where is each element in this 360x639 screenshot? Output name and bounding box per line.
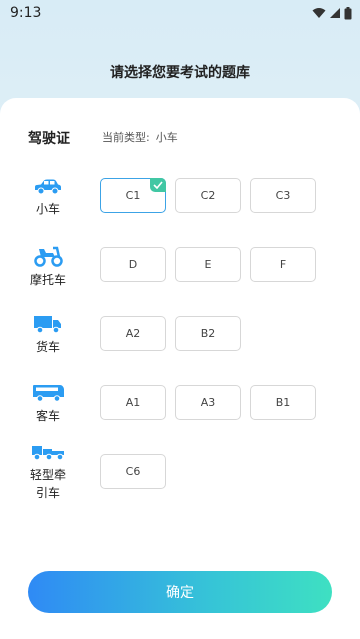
option-c2[interactable]: C2	[175, 178, 241, 213]
option-a2[interactable]: A2	[100, 316, 166, 351]
license-title: 驾驶证	[28, 131, 70, 147]
vehicle-label-line2: 引车	[35, 486, 60, 500]
vehicle-label: 货车	[35, 340, 60, 354]
option-f[interactable]: F	[250, 247, 316, 282]
option-label: A2	[125, 327, 141, 340]
question-bank-card: 驾驶证 当前类型: 小车 小车 C1 C2 C3 摩托车 D E F 货车 A2…	[0, 98, 360, 639]
confirm-button[interactable]: 确定	[28, 571, 332, 613]
vehicle-car: 小车	[20, 178, 76, 218]
truck-icon	[34, 316, 61, 334]
wifi-icon	[312, 8, 326, 18]
option-c1[interactable]: C1	[100, 178, 166, 213]
page-title: 请选择您要考试的题库	[110, 65, 250, 81]
tractor-icon	[32, 446, 64, 461]
option-label: F	[279, 258, 287, 271]
vehicle-motorcycle: 摩托车	[20, 245, 76, 289]
option-d[interactable]: D	[100, 247, 166, 282]
current-type-prefix: 当前类型:	[102, 131, 150, 144]
vehicle-tractor: 轻型牵 引车	[20, 442, 76, 502]
option-label: C1	[125, 189, 141, 202]
current-type-value: 小车	[155, 131, 178, 144]
option-a1[interactable]: A1	[100, 385, 166, 420]
motorcycle-icon	[34, 246, 63, 267]
status-time: 9:13	[10, 5, 42, 21]
option-label: D	[128, 258, 138, 271]
option-label: C3	[275, 189, 291, 202]
bus-icon	[33, 385, 64, 402]
status-icons	[312, 6, 352, 20]
option-label: E	[204, 258, 212, 271]
vehicle-bus: 客车	[20, 383, 76, 425]
option-label: C2	[200, 189, 216, 202]
option-b1[interactable]: B1	[250, 385, 316, 420]
vehicle-label: 小车	[35, 202, 60, 216]
option-a3[interactable]: A3	[175, 385, 241, 420]
vehicle-label-line1: 轻型牵	[29, 468, 66, 482]
option-c6[interactable]: C6	[100, 454, 166, 489]
battery-icon	[344, 6, 352, 19]
current-type: 当前类型: 小车	[102, 129, 178, 145]
vehicle-truck: 货车	[20, 314, 76, 356]
signal-icon	[330, 8, 340, 18]
car-icon	[35, 179, 61, 195]
option-c3[interactable]: C3	[250, 178, 316, 213]
option-label: C6	[125, 465, 141, 478]
option-e[interactable]: E	[175, 247, 241, 282]
option-label: B1	[275, 396, 291, 409]
vehicle-label: 客车	[35, 409, 60, 423]
option-label: B2	[200, 327, 216, 340]
vehicle-label: 轻型牵 引车	[30, 466, 66, 502]
check-icon	[150, 178, 166, 192]
status-bar: 9:13	[0, 0, 360, 26]
vehicle-label: 摩托车	[29, 273, 66, 287]
option-label: A1	[125, 396, 141, 409]
option-label: A3	[200, 396, 216, 409]
option-b2[interactable]: B2	[175, 316, 241, 351]
